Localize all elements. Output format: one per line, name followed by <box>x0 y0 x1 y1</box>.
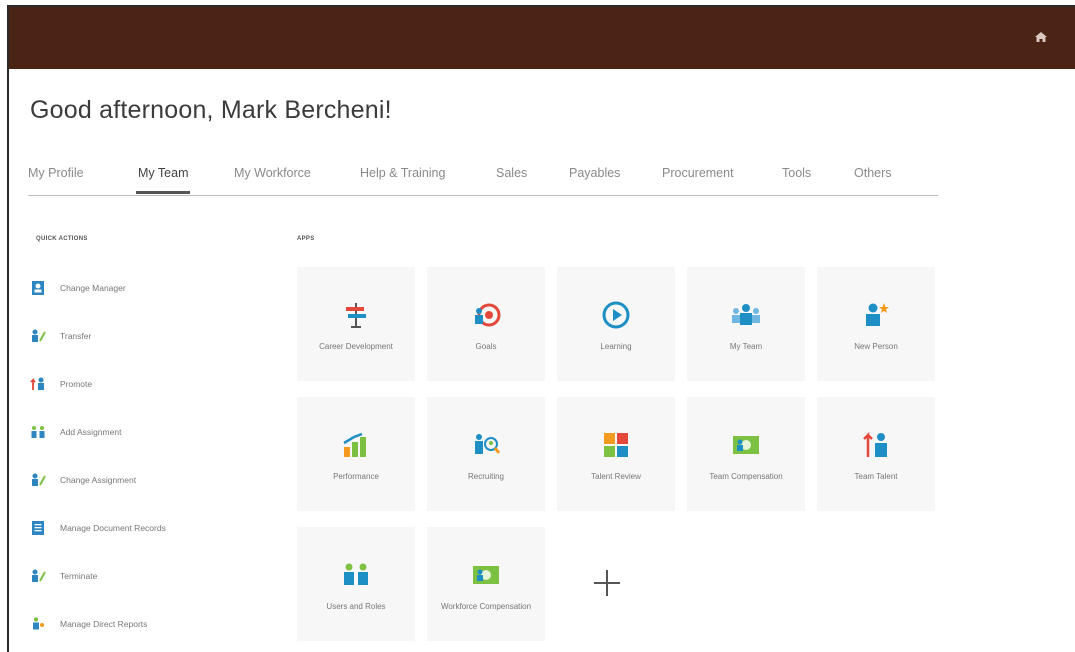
tab-help-training[interactable]: Help & Training <box>360 166 445 180</box>
tab-sales[interactable]: Sales <box>496 166 527 180</box>
tile-team-compensation[interactable]: Team Compensation <box>687 397 805 511</box>
users-roles-icon <box>344 563 368 585</box>
tile-workforce-compensation[interactable]: Workforce Compensation <box>427 527 545 641</box>
quick-action-label: Manage Document Records <box>60 523 166 533</box>
new-person-icon <box>866 303 889 326</box>
quick-action-manage-document-records[interactable]: Manage Document Records <box>30 516 166 540</box>
quick-action-label: Promote <box>60 379 93 389</box>
quick-action-manage-direct-reports[interactable]: Manage Direct Reports <box>30 612 147 636</box>
tab-others[interactable]: Others <box>854 166 892 180</box>
quick-action-terminate[interactable]: Terminate <box>30 564 97 588</box>
tab-my-profile[interactable]: My Profile <box>28 166 84 180</box>
money-icon <box>733 436 759 454</box>
tab-payables[interactable]: Payables <box>569 166 620 180</box>
money-icon <box>473 566 499 584</box>
quick-actions-heading: QUICK ACTIONS <box>36 236 88 242</box>
tile-label: Recruiting <box>467 472 504 481</box>
tile-goals[interactable]: Goals <box>427 267 545 381</box>
tile-label: New Person <box>854 342 898 351</box>
bar-chart-icon <box>343 432 366 457</box>
page-greeting: Good afternoon, Mark Bercheni! <box>30 96 392 124</box>
quick-action-change-manager[interactable]: Change Manager <box>30 276 126 300</box>
quick-action-promote[interactable]: Promote <box>30 372 92 396</box>
quick-action-add-assignment[interactable]: Add Assignment <box>30 420 121 444</box>
tile-talent-review[interactable]: Talent Review <box>557 397 675 511</box>
tab-procurement[interactable]: Procurement <box>662 166 734 180</box>
tab-bar: My Profile My Team My Workforce Help & T… <box>28 164 938 196</box>
tile-label: Workforce Compensation <box>440 602 532 611</box>
play-circle-icon <box>602 301 630 329</box>
quick-action-label: Transfer <box>60 331 92 341</box>
tab-my-team[interactable]: My Team <box>135 166 191 194</box>
tile-label: Team Talent <box>854 472 898 481</box>
team-talent-icon <box>863 431 887 457</box>
add-assignment-icon <box>31 426 45 438</box>
tile-new-person[interactable]: New Person <box>817 267 935 381</box>
tile-label: Team Compensation <box>709 472 783 481</box>
document-icon <box>32 521 44 535</box>
tile-team-talent[interactable]: Team Talent <box>817 397 935 511</box>
signpost-icon <box>346 303 366 328</box>
top-bar <box>9 7 1075 69</box>
tile-label: Learning <box>600 342 632 351</box>
quick-action-label: Add Assignment <box>60 427 122 437</box>
quick-action-label: Terminate <box>60 571 98 581</box>
team-icon <box>732 304 760 325</box>
tile-learning[interactable]: Learning <box>557 267 675 381</box>
recruiting-icon <box>475 434 501 454</box>
tile-label: Users and Roles <box>326 602 386 611</box>
quick-action-label: Change Manager <box>60 283 126 293</box>
tab-tools[interactable]: Tools <box>782 166 811 180</box>
tile-career-development[interactable]: Career Development <box>297 267 415 381</box>
tile-my-team[interactable]: My Team <box>687 267 805 381</box>
quick-action-change-assignment[interactable]: Change Assignment <box>30 468 136 492</box>
apps-heading: APPS <box>297 236 315 242</box>
tile-label: Career Development <box>319 342 393 351</box>
direct-reports-icon <box>33 617 44 630</box>
quick-action-label: Manage Direct Reports <box>60 619 148 629</box>
person-transfer-icon <box>32 329 46 342</box>
tile-performance[interactable]: Performance <box>297 397 415 511</box>
tile-label: Performance <box>333 472 379 481</box>
tab-my-workforce[interactable]: My Workforce <box>234 166 311 180</box>
tile-recruiting[interactable]: Recruiting <box>427 397 545 511</box>
tile-label: Talent Review <box>591 472 641 481</box>
tile-users-and-roles[interactable]: Users and Roles <box>297 527 415 641</box>
person-card-icon <box>32 281 44 295</box>
change-assignment-icon <box>32 473 46 486</box>
terminate-icon <box>32 569 46 582</box>
tile-label: Goals <box>475 342 497 351</box>
plus-icon[interactable] <box>592 568 622 598</box>
target-icon <box>475 303 501 327</box>
promote-icon <box>30 377 44 390</box>
home-icon[interactable] <box>1033 29 1049 45</box>
talent-grid-icon <box>604 433 628 457</box>
quick-action-label: Change Assignment <box>60 475 137 485</box>
tile-label: My Team <box>729 342 763 351</box>
quick-action-transfer[interactable]: Transfer <box>30 324 91 348</box>
